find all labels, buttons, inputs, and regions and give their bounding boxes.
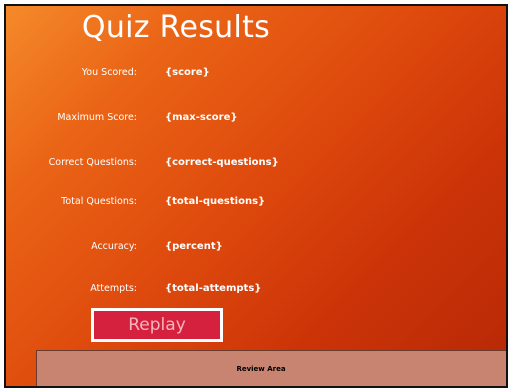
correct-questions-value: {correct-questions} xyxy=(165,157,279,168)
score-row: You Scored: {score} xyxy=(6,65,506,81)
total-questions-label: Total Questions: xyxy=(61,196,137,207)
attempts-value: {total-attempts} xyxy=(165,283,262,294)
max-score-label: Maximum Score: xyxy=(57,112,137,123)
score-label: You Scored: xyxy=(81,67,137,78)
correct-questions-label: Correct Questions: xyxy=(48,157,137,168)
total-questions-row: Total Questions: {total-questions} xyxy=(6,194,506,210)
total-questions-value: {total-questions} xyxy=(165,196,266,207)
correct-questions-row: Correct Questions: {correct-questions} xyxy=(6,155,506,171)
replay-button[interactable]: Replay xyxy=(91,308,223,342)
review-area: Review Area xyxy=(36,350,506,386)
page-title: Quiz Results xyxy=(81,10,271,45)
accuracy-value: {percent} xyxy=(165,241,223,252)
quiz-results-slide: Quiz Results You Scored: {score} Maximum… xyxy=(4,4,508,388)
attempts-row: Attempts: {total-attempts} xyxy=(6,281,506,297)
review-area-label: Review Area xyxy=(236,365,286,373)
attempts-label: Attempts: xyxy=(90,283,137,294)
accuracy-label: Accuracy: xyxy=(91,241,137,252)
score-value: {score} xyxy=(165,67,210,78)
max-score-value: {max-score} xyxy=(165,112,238,123)
accuracy-row: Accuracy: {percent} xyxy=(6,239,506,255)
max-score-row: Maximum Score: {max-score} xyxy=(6,110,506,126)
